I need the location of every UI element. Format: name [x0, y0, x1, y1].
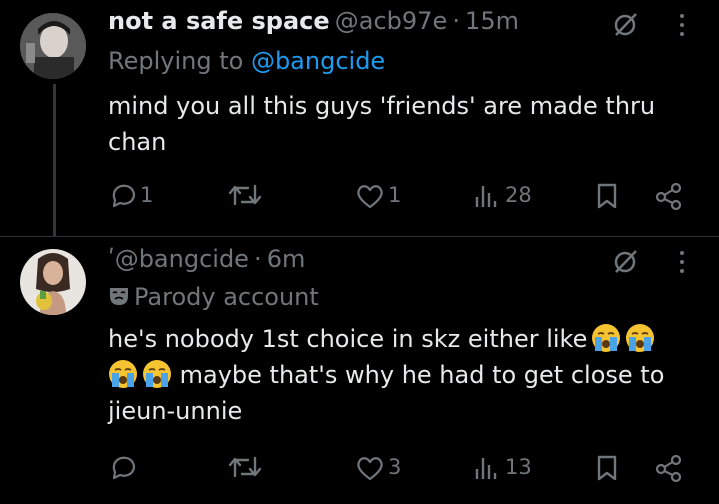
reply-icon[interactable] [108, 453, 136, 485]
reply-icon[interactable] [108, 181, 136, 213]
replying-prefix: Replying to [108, 47, 251, 75]
body-text: maybe that's why he had to get close to [179, 361, 665, 389]
loudly-crying-face-icon [109, 360, 137, 388]
avatar[interactable] [20, 249, 86, 315]
tweet-1[interactable]: not a safe space @acb97e · 15m Replying … [0, 0, 719, 236]
handle[interactable]: @acb97e [335, 7, 447, 35]
handle-mark: ʹ [108, 245, 115, 273]
tweet-2[interactable]: ʹ@bangcide · 6m Parody account he's nobo… [0, 237, 719, 504]
share-icon[interactable] [654, 181, 684, 215]
retweet-icon[interactable] [228, 182, 262, 212]
views-count: 13 [505, 455, 532, 479]
parody-label: Parody account [134, 283, 319, 311]
bookmark-icon[interactable] [596, 182, 618, 214]
like-count: 3 [388, 455, 402, 479]
timestamp[interactable]: 15m [465, 7, 519, 35]
like-icon[interactable] [355, 454, 385, 486]
views-icon[interactable] [473, 454, 501, 486]
timestamp[interactable]: 6m [267, 245, 306, 273]
tweet-body: he's nobody 1st choice in skz either lik… [108, 321, 664, 429]
body-line: maybe that's why he had to get close to [108, 357, 664, 393]
like-icon[interactable] [355, 182, 385, 214]
body-text: he's nobody 1st choice in skz either lik… [108, 325, 588, 353]
replying-handle[interactable]: @bangcide [251, 47, 385, 75]
views-count: 28 [505, 183, 532, 207]
loudly-crying-face-icon [626, 324, 655, 352]
body-line: mind you all this guys 'friends' are mad… [108, 92, 656, 120]
display-name[interactable]: not a safe space [108, 7, 330, 35]
handle[interactable]: @bangcide [115, 245, 249, 273]
tweet-body: mind you all this guys 'friends' are mad… [108, 88, 655, 160]
thread-line [53, 84, 56, 236]
grok-slash-icon[interactable] [612, 10, 640, 42]
views-icon[interactable] [473, 182, 501, 214]
body-line: jieun-unnie [108, 397, 243, 425]
tweet-header: ʹ@bangcide · 6m [108, 245, 305, 273]
parody-label-row: Parody account [108, 283, 319, 311]
bookmark-icon[interactable] [596, 454, 618, 486]
body-line: chan [108, 128, 167, 156]
tweet-header: not a safe space @acb97e · 15m [108, 7, 519, 35]
more-icon[interactable] [676, 249, 688, 279]
parody-mask-icon [108, 285, 134, 307]
avatar[interactable] [20, 13, 86, 79]
body-line: he's nobody 1st choice in skz either lik… [108, 321, 664, 357]
reply-count: 1 [140, 183, 154, 207]
loudly-crying-face-icon [592, 324, 621, 352]
separator: · [254, 245, 262, 273]
separator: · [452, 7, 460, 35]
loudly-crying-face-icon [143, 360, 171, 388]
like-count: 1 [388, 183, 402, 207]
retweet-icon[interactable] [228, 454, 262, 484]
replying-to: Replying to @bangcide [108, 47, 385, 75]
more-icon[interactable] [676, 12, 688, 42]
grok-slash-icon[interactable] [612, 247, 640, 279]
share-icon[interactable] [654, 453, 684, 487]
